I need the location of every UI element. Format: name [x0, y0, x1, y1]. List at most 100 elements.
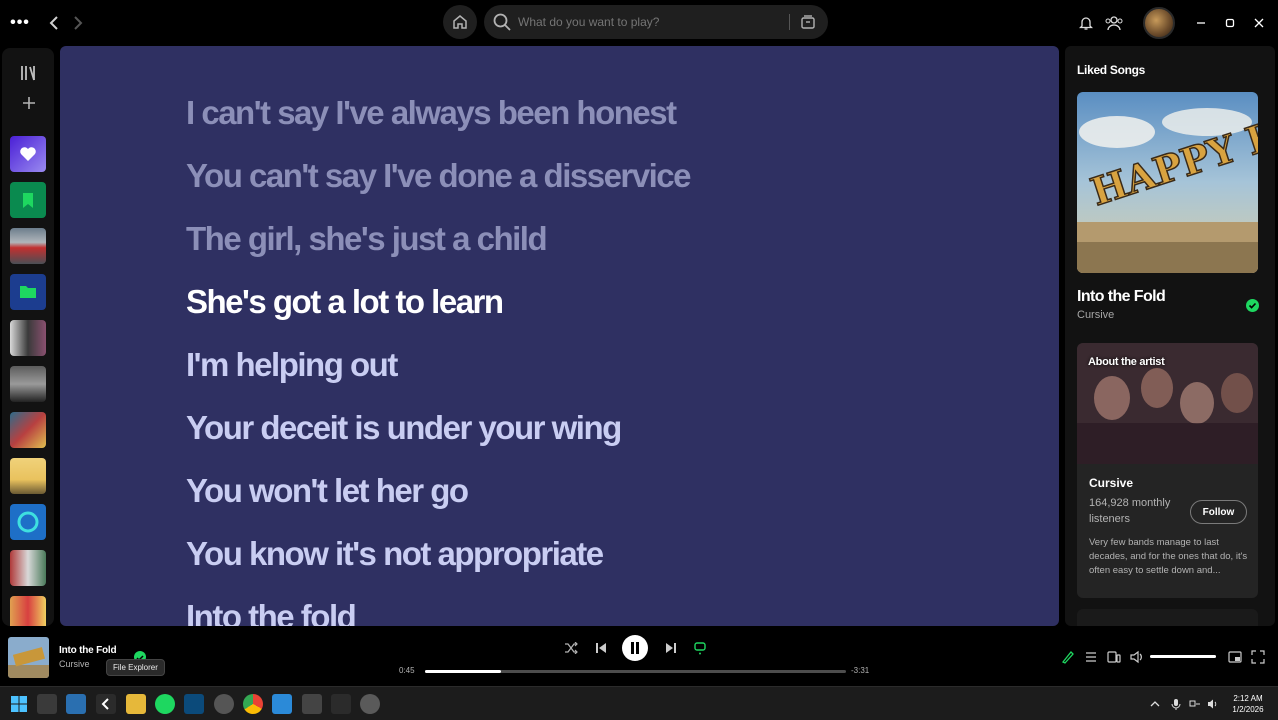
network-icon[interactable]: [1188, 697, 1202, 711]
chrome-icon[interactable]: [243, 694, 263, 714]
progress-bar[interactable]: [425, 670, 846, 673]
spotify-taskbar-icon[interactable]: [155, 694, 175, 714]
volume-fill: [1150, 655, 1216, 658]
search-bar[interactable]: [484, 5, 828, 39]
library-item-playlist[interactable]: [10, 228, 46, 264]
taskbar-app-icon[interactable]: [302, 694, 322, 714]
library-icon[interactable]: [19, 64, 39, 82]
library-item-playlist[interactable]: [10, 504, 46, 540]
device-icon: [1107, 651, 1121, 663]
library-item-playlist[interactable]: [10, 596, 46, 626]
play-pause-button[interactable]: [622, 635, 648, 661]
artist-bio: Very few bands manage to last decades, a…: [1089, 537, 1248, 576]
start-button[interactable]: [9, 694, 29, 714]
remaining-time: -3:31: [851, 666, 870, 675]
library-item-liked-songs[interactable]: [10, 136, 46, 172]
follow-button[interactable]: Follow: [1190, 500, 1247, 524]
queue-icon: [1086, 652, 1096, 662]
spotify-window: ••• What do you want to play? I can't sa…: [0, 0, 1278, 720]
speaker-icon[interactable]: [1206, 697, 1220, 711]
about-artist-card[interactable]: About the artist Cursive 164,928 monthly…: [1077, 343, 1258, 598]
search-divider: [789, 14, 790, 30]
minimize-button[interactable]: [1194, 12, 1208, 34]
lyric-line-current[interactable]: She's got a lot to learn: [186, 283, 504, 321]
home-button[interactable]: [443, 5, 477, 39]
taskbar-app-icon[interactable]: [214, 694, 234, 714]
now-playing-cover[interactable]: [8, 637, 49, 678]
main-menu-button[interactable]: •••: [8, 12, 32, 34]
library-item-folder[interactable]: [10, 274, 46, 310]
back-button[interactable]: [44, 11, 64, 35]
next-button[interactable]: [662, 639, 680, 657]
album-cover: HAPPY HOLLOW: [1077, 92, 1258, 273]
file-explorer-icon[interactable]: [126, 694, 146, 714]
shuffle-button[interactable]: [562, 639, 580, 657]
taskbar-app-icon[interactable]: [96, 694, 116, 714]
song-title[interactable]: Into the Fold: [1077, 288, 1166, 306]
chevron-right-icon: [74, 16, 83, 30]
friend-activity-button[interactable]: [1103, 12, 1125, 34]
lyric-line[interactable]: Into the fold: [186, 598, 357, 626]
fullscreen-button[interactable]: [1250, 649, 1266, 665]
now-playing-artist[interactable]: Cursive: [59, 659, 90, 669]
lyric-line[interactable]: I can't say I've always been honest: [186, 94, 677, 132]
create-playlist-button[interactable]: [19, 94, 39, 114]
lyric-line[interactable]: You won't let her go: [186, 472, 469, 510]
previous-button[interactable]: [592, 639, 610, 657]
library-item-playlist[interactable]: [10, 412, 46, 448]
taskbar-app-icon[interactable]: [331, 694, 351, 714]
chevron-up-icon[interactable]: [1148, 697, 1162, 711]
song-artist[interactable]: Cursive: [1077, 309, 1114, 321]
lyric-line[interactable]: You know it's not appropriate: [186, 535, 604, 573]
album-cover-image: HAPPY HOLLOW: [1077, 92, 1258, 273]
player-bar: Into the Fold Cursive File Explorer 0:45…: [0, 628, 1278, 686]
lyric-line[interactable]: Your deceit is under your wing: [186, 409, 622, 447]
artist-name[interactable]: Cursive: [1089, 476, 1133, 490]
now-playing-view-button[interactable]: [1060, 649, 1076, 665]
microphone-icon[interactable]: [1169, 697, 1183, 711]
connect-device-button[interactable]: [1106, 649, 1122, 665]
library-item-playlist[interactable]: [10, 366, 46, 402]
now-playing-title[interactable]: Into the Fold: [59, 645, 117, 656]
system-clock[interactable]: 2:12 AM 1/2/2026: [1226, 693, 1270, 715]
close-button[interactable]: [1252, 12, 1266, 34]
panel-title[interactable]: Liked Songs: [1077, 63, 1145, 77]
liked-check-button[interactable]: [1246, 299, 1259, 312]
maximize-button[interactable]: [1223, 12, 1237, 34]
notifications-button[interactable]: [1076, 12, 1096, 34]
taskbar-app-icon[interactable]: [37, 694, 57, 714]
library-item-playlist[interactable]: [10, 320, 46, 356]
search-input[interactable]: [518, 5, 778, 39]
lyric-line[interactable]: You can't say I've done a disservice: [186, 157, 692, 195]
maximize-icon: [1225, 18, 1235, 28]
shuffle-icon: [565, 642, 578, 654]
forward-button[interactable]: [68, 11, 88, 35]
browse-icon: [801, 15, 815, 29]
mute-button[interactable]: [1129, 649, 1145, 665]
lyric-line[interactable]: I'm helping out: [186, 346, 398, 384]
library-item-playlist[interactable]: [10, 458, 46, 494]
library-item-saved-episodes[interactable]: [10, 182, 46, 218]
progress-fill: [425, 670, 501, 673]
clock-date: 1/2/2026: [1232, 705, 1264, 714]
now-playing-view-icon: [1061, 651, 1074, 664]
queue-button[interactable]: [1083, 649, 1099, 665]
user-avatar[interactable]: [1143, 7, 1175, 39]
taskbar-app-icon[interactable]: [272, 694, 292, 714]
mini-player-button[interactable]: [1227, 649, 1243, 665]
chevron-left-icon: [49, 16, 58, 30]
settings-icon[interactable]: [360, 694, 380, 714]
repeat-button[interactable]: [691, 639, 709, 657]
windows-taskbar: 2:12 AM 1/2/2026: [0, 686, 1278, 720]
library-item-playlist[interactable]: [10, 550, 46, 586]
task-view-icon[interactable]: [66, 694, 86, 714]
lyrics-view: I can't say I've always been honest You …: [60, 46, 1059, 626]
tooltip: File Explorer: [106, 659, 165, 676]
heart-icon: [20, 147, 36, 161]
lyric-line[interactable]: The girl, she's just a child: [186, 220, 548, 258]
volume-slider[interactable]: [1150, 655, 1216, 658]
taskbar-app-icon[interactable]: [184, 694, 204, 714]
repeat-icon: [694, 642, 706, 655]
library-sidebar: [2, 48, 54, 626]
browse-button[interactable]: [797, 12, 819, 32]
